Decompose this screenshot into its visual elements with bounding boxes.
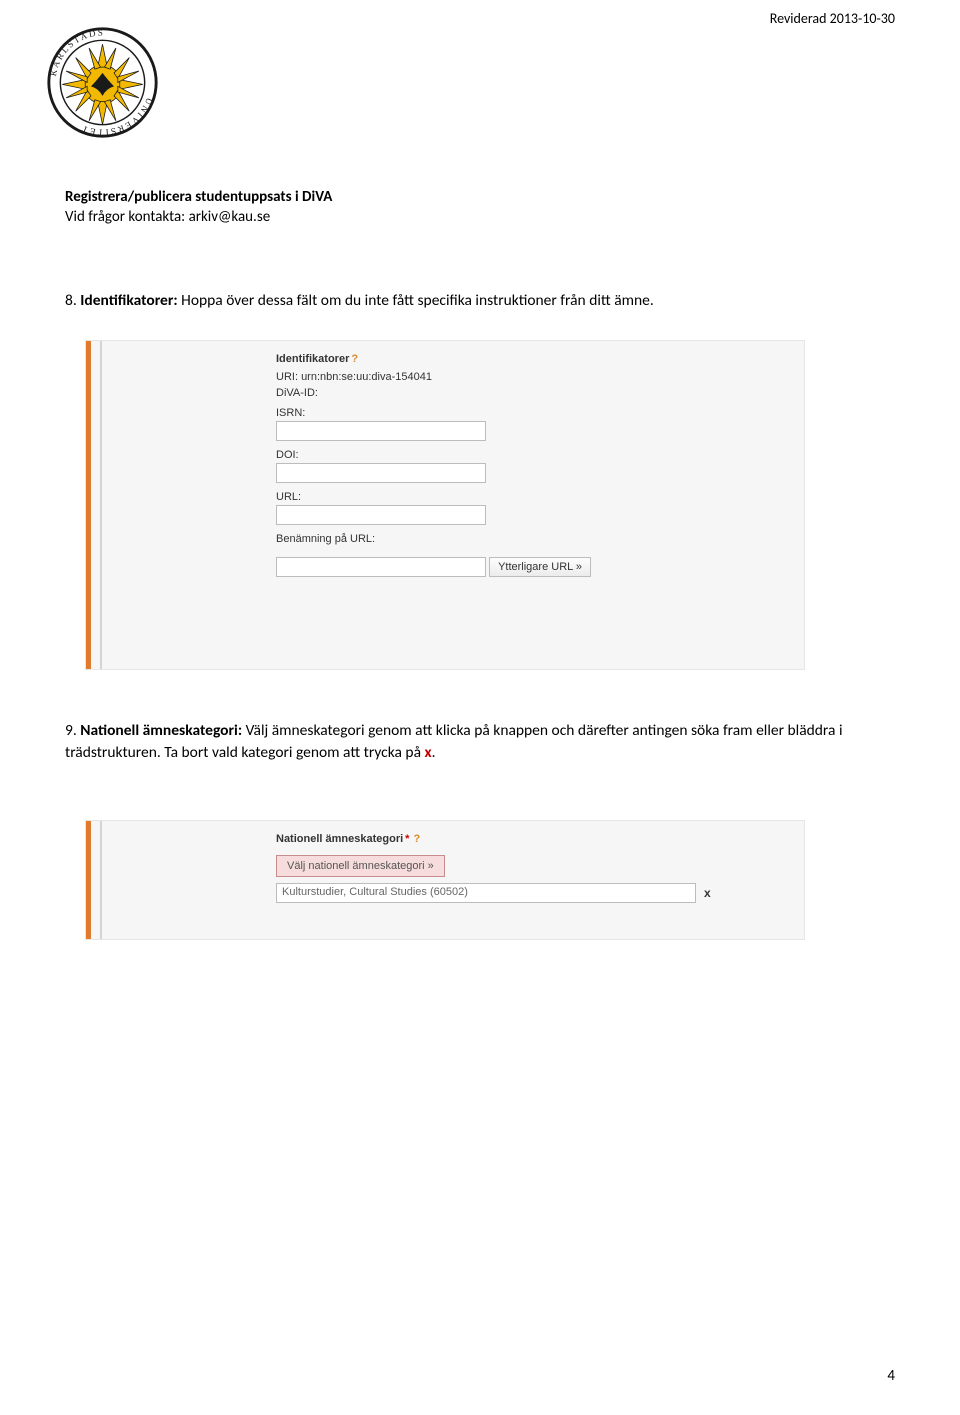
category-heading: Nationell ämneskategori*? bbox=[276, 833, 784, 845]
section-9-label: Nationell ämneskategori: bbox=[80, 721, 242, 740]
section-8-number: 8. bbox=[65, 291, 77, 310]
selected-category-value: Kulturstudier, Cultural Studies (60502) bbox=[276, 883, 696, 903]
url-name-label: Benämning på URL: bbox=[276, 533, 784, 545]
page-number: 4 bbox=[887, 1367, 895, 1385]
subtitle-line-2: Vid frågor kontakta: arkiv@kau.se bbox=[65, 208, 332, 228]
identifiers-heading: Identifikatorer? bbox=[276, 353, 784, 365]
url-name-input[interactable] bbox=[276, 557, 486, 577]
section-8-text: Hoppa över dessa fält om du inte fått sp… bbox=[181, 291, 654, 310]
university-logo: KARLSTADS UNIVERSITET bbox=[45, 25, 160, 140]
additional-url-button[interactable]: Ytterligare URL » bbox=[489, 557, 591, 577]
required-asterisk: * bbox=[405, 833, 409, 845]
revised-date: Reviderad 2013-10-30 bbox=[770, 10, 895, 27]
url-label: URL: bbox=[276, 491, 784, 503]
diva-id-row: DiVA-ID: bbox=[276, 387, 784, 399]
section-9: 9. Nationell ämneskategori: Välj ämneska… bbox=[65, 720, 895, 763]
choose-category-button[interactable]: Välj nationell ämneskategori » bbox=[276, 855, 445, 877]
isrn-label: ISRN: bbox=[276, 407, 784, 419]
url-input[interactable] bbox=[276, 505, 486, 525]
selected-category-row: Kulturstudier, Cultural Studies (60502) … bbox=[276, 883, 784, 903]
doi-label: DOI: bbox=[276, 449, 784, 461]
isrn-input[interactable] bbox=[276, 421, 486, 441]
gray-divider bbox=[100, 341, 102, 669]
section-8-label: Identifikatorer: bbox=[80, 291, 177, 310]
section-9-number: 9. bbox=[65, 721, 77, 740]
identifiers-screenshot: Identifikatorer? URI: urn:nbn:se:uu:diva… bbox=[85, 340, 805, 670]
subtitle-line-1: Registrera/publicera studentuppsats i Di… bbox=[65, 188, 332, 208]
gray-divider bbox=[100, 821, 102, 939]
help-icon[interactable]: ? bbox=[351, 353, 358, 365]
help-icon[interactable]: ? bbox=[413, 833, 420, 845]
orange-accent-bar bbox=[86, 341, 91, 669]
category-screenshot: Nationell ämneskategori*? Välj nationell… bbox=[85, 820, 805, 940]
remove-category-icon[interactable]: x bbox=[704, 886, 711, 900]
doi-input[interactable] bbox=[276, 463, 486, 483]
uri-row: URI: urn:nbn:se:uu:diva-154041 bbox=[276, 371, 784, 383]
section-9-period: . bbox=[432, 743, 436, 762]
orange-accent-bar bbox=[86, 821, 91, 939]
section-8: 8. Identifikatorer: Hoppa över dessa fäl… bbox=[65, 290, 895, 312]
section-9-x: x bbox=[425, 743, 432, 762]
document-subtitle: Registrera/publicera studentuppsats i Di… bbox=[65, 188, 332, 227]
